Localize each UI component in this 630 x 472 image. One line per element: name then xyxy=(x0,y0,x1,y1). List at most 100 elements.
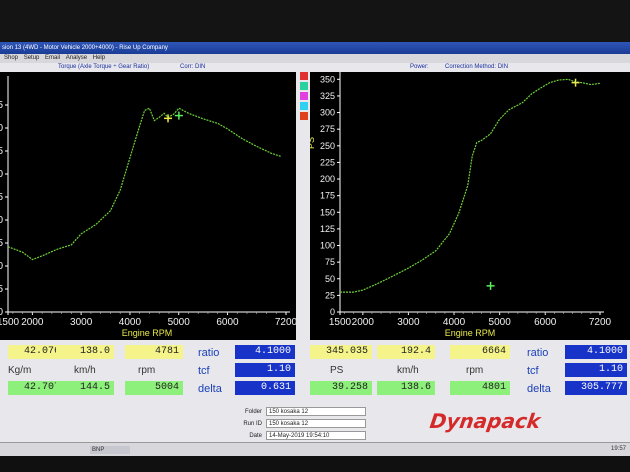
ratio-label-right: ratio xyxy=(527,347,549,359)
menu-help[interactable]: Help xyxy=(93,55,105,61)
x-axis-label: Engine RPM xyxy=(445,328,496,338)
y-tick-label: 200 xyxy=(320,174,335,184)
speed-unit: km/h xyxy=(74,365,96,376)
power-cursor-value: 345.035 xyxy=(310,345,372,359)
power-chart[interactable]: 0 25 50 75 100 125 150 175 200 225 250 275 300 325 350… xyxy=(310,72,630,340)
y-tick-label: 275 xyxy=(320,124,335,134)
x-tick-label: 4000 xyxy=(443,317,466,328)
y-tick-label: 5 xyxy=(0,146,3,157)
date-label: Date xyxy=(249,433,262,439)
rpm-unit-right: rpm xyxy=(466,365,484,376)
rpm-unit: rpm xyxy=(138,365,156,376)
x-tick-label: 1500 xyxy=(329,317,352,328)
speed-cursor-value-right: 192.4 xyxy=(377,345,435,359)
y-tick-label: 325 xyxy=(320,91,335,101)
y-tick-label: 25 xyxy=(325,290,335,300)
taskbar-clock: 19:57 xyxy=(610,446,626,452)
date-field: 14-May-2019 19:54:10 xyxy=(266,431,366,440)
trace-swatch[interactable] xyxy=(300,102,308,110)
power-chart-header: Power: xyxy=(410,64,429,70)
y-tick-label: 100 xyxy=(320,241,335,251)
menu-shop[interactable]: Shop xyxy=(4,55,18,61)
y-tick-label: 0 xyxy=(330,307,335,317)
speed-unit-right: km/h xyxy=(397,365,419,376)
dyno-app-screen: sion 13 (4WD - Motor Vehicle 2000+4000) … xyxy=(0,42,630,456)
ratio-field[interactable]: 4.1000 xyxy=(235,345,295,359)
y-tick-label: 125 xyxy=(320,224,335,234)
power-peak-value: 39.258 xyxy=(310,381,372,395)
delta-label-right: delta xyxy=(527,383,551,395)
y-tick-label: 5 xyxy=(0,284,3,295)
y-tick-label: 0 xyxy=(0,215,3,226)
ratio-label: ratio xyxy=(198,347,220,359)
y-tick-label: 75 xyxy=(325,257,335,267)
menu-email[interactable]: Email xyxy=(45,55,60,61)
taskbar: BNP 19:57 xyxy=(0,442,630,456)
tcf-field-right[interactable]: 1.10 xyxy=(565,363,627,377)
y-tick-label: 0 xyxy=(0,169,3,180)
delta-field-right: 305.777 xyxy=(565,381,627,395)
run-id-field[interactable]: 150 kosaka 12 xyxy=(266,419,366,428)
x-tick-label: 5000 xyxy=(168,317,191,328)
x-tick-label: 7200 xyxy=(589,317,612,328)
y-tick-label: 225 xyxy=(320,157,335,167)
menu-analyse[interactable]: Analyse xyxy=(66,55,87,61)
rpm-peak-value: 5004 xyxy=(125,381,183,395)
x-tick-label: 7200 xyxy=(275,317,296,328)
power-unit: PS xyxy=(330,365,344,376)
window-title: sion 13 (4WD - Motor Vehicle 2000+4000) … xyxy=(0,42,630,54)
y-tick-label: 350 xyxy=(320,74,335,84)
y-tick-label: 5 xyxy=(0,238,3,249)
power-correction-label: Correction Method: DIN xyxy=(445,64,509,70)
x-tick-label: 2000 xyxy=(21,317,44,328)
ratio-field-right[interactable]: 4.1000 xyxy=(565,345,627,359)
y-tick-label: 250 xyxy=(320,141,335,151)
monitor-bezel-bottom xyxy=(0,456,630,472)
menu-setup[interactable]: Setup xyxy=(24,55,40,61)
torque-chart-header: Torque (Axle Torque ÷ Gear Ratio) xyxy=(58,64,150,70)
folder-field[interactable]: 150 kosaka 12 xyxy=(266,407,366,416)
rpm-cursor-value: 4781 xyxy=(125,345,183,359)
y-tick-label: 50 xyxy=(325,274,335,284)
speed-peak-value: 144.5 xyxy=(56,381,114,395)
trace-swatch[interactable] xyxy=(300,92,308,100)
y-tick-label: 5 xyxy=(0,192,3,203)
folder-label: Folder xyxy=(244,409,262,415)
y-tick-label: 0 xyxy=(0,261,3,272)
torque-chart-svg: 05050505051500200030004000500060007200En… xyxy=(0,76,296,338)
y-tick-label: 175 xyxy=(320,191,335,201)
tcf-label: tcf xyxy=(198,365,210,377)
tcf-field[interactable]: 1.10 xyxy=(235,363,295,377)
power-chart-svg: 0 25 50 75 100 125 150 175 200 225 250 275 300 325 350… xyxy=(310,72,612,338)
speed-peak-value-right: 138.6 xyxy=(377,381,435,395)
power-curve-line xyxy=(340,78,601,293)
torque-chart[interactable]: 05050505051500200030004000500060007200En… xyxy=(0,72,296,340)
x-tick-label: 3000 xyxy=(397,317,420,328)
tcf-label-right: tcf xyxy=(527,365,539,377)
delta-field: 0.631 xyxy=(235,381,295,395)
dynapack-logo: Dynapack xyxy=(428,409,543,433)
x-tick-label: 6000 xyxy=(216,317,239,328)
x-tick-label: 3000 xyxy=(70,317,93,328)
trace-swatch[interactable] xyxy=(300,72,308,80)
x-tick-label: 6000 xyxy=(534,317,557,328)
y-tick-label: 150 xyxy=(320,207,335,217)
y-tick-label: 5 xyxy=(0,100,3,111)
y-tick-label: 300 xyxy=(320,108,335,118)
trace-color-swatches xyxy=(300,72,310,124)
trace-swatch[interactable] xyxy=(300,112,308,120)
y-tick-label: 0 xyxy=(0,123,3,134)
rpm-peak-value-right: 4801 xyxy=(450,381,510,395)
menu-bar: Shop Setup Email Analyse Help xyxy=(0,54,630,63)
speed-cursor-value: 138.0 xyxy=(56,345,114,359)
trace-swatch[interactable] xyxy=(300,82,308,90)
x-tick-label: 1500 xyxy=(0,317,20,328)
torque-unit: Kg/m xyxy=(8,365,32,376)
monitor-bezel-top xyxy=(0,0,630,42)
taskbar-app-button[interactable]: BNP xyxy=(90,446,130,454)
x-axis-label: Engine RPM xyxy=(122,328,173,338)
x-tick-label: 5000 xyxy=(489,317,512,328)
torque-correction-label: Corr: DIN xyxy=(180,64,206,70)
x-tick-label: 4000 xyxy=(119,317,142,328)
power-curve-line xyxy=(7,107,282,261)
